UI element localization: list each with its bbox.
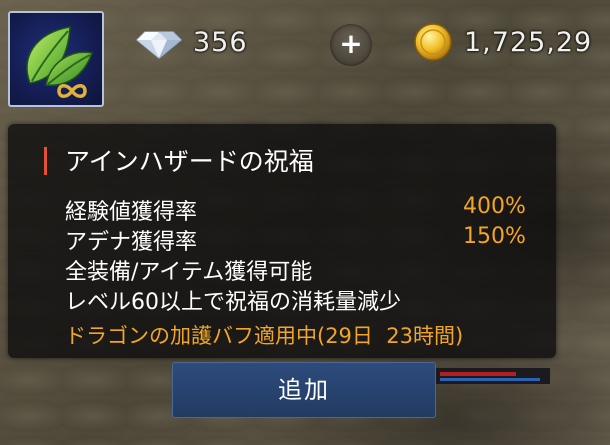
tooltip-title: アインハザードの祝福 — [65, 147, 314, 176]
equipment-note: 全装備/アイテム獲得可能 — [65, 260, 313, 285]
add-button[interactable]: 追加 — [172, 362, 436, 418]
status-bar — [436, 368, 550, 384]
gem-count: 356 — [193, 26, 248, 58]
mp-bar-fill — [440, 378, 540, 381]
add-currency-button[interactable]: + — [330, 24, 372, 66]
exp-rate-label: 経験値獲得率 — [65, 200, 198, 225]
level-note: レベル60以上で祝福の消耗量減少 — [65, 290, 401, 315]
gold-counter: 1,725,29 — [412, 22, 592, 62]
adena-rate-value: 150% — [463, 224, 526, 249]
gold-coin-icon — [414, 23, 452, 61]
green-leaves-infinity-icon — [26, 26, 94, 98]
diamond-icon — [135, 31, 183, 59]
exp-rate-value: 400% — [463, 194, 526, 219]
buff-status: ドラゴンの加護バフ適用中(29日 23時間) — [65, 324, 464, 348]
gem-counter: 356 — [135, 22, 248, 62]
blessing-item-icon[interactable] — [8, 11, 104, 107]
adena-rate-label: アデナ獲得率 — [65, 230, 198, 255]
title-marker — [44, 147, 47, 175]
hp-bar-fill — [440, 372, 516, 376]
gold-amount: 1,725,29 — [464, 26, 593, 58]
